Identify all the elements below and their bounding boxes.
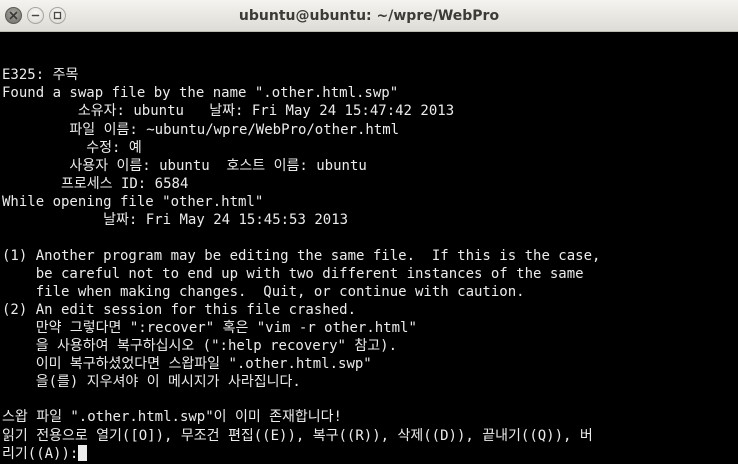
- terminal-line: (2) An edit session for this file crashe…: [2, 302, 357, 318]
- terminal-line: While opening file "other.html": [2, 194, 264, 210]
- terminal-line: 날짜: Fri May 24 15:45:53 2013: [2, 212, 349, 228]
- terminal-line: 소유자: ubuntu 날짜: Fri May 24 15:47:42 2013: [2, 103, 455, 119]
- terminal-screen[interactable]: E325: 주목 Found a swap file by the name "…: [0, 32, 738, 464]
- terminal-window: ubuntu@ubuntu: ~/wpre/WebPro E325: 주목 Fo…: [0, 0, 738, 464]
- terminal-line: 사용자 이름: ubuntu 호스트 이름: ubuntu: [2, 158, 367, 174]
- terminal-line: 을 사용하여 복구하십시오 (":help recovery" 참고).: [2, 338, 398, 354]
- terminal-line: 프로세스 ID: 6584: [2, 176, 189, 192]
- terminal-line: 스왑 파일 ".other.html.swp"이 이미 존재합니다!: [2, 409, 342, 425]
- terminal-line: 읽기 전용으로 열기([O]), 무조건 편집((E)), 복구((R)), 삭…: [2, 428, 593, 444]
- terminal-line: 파일 이름: ~ubuntu/wpre/WebPro/other.html: [2, 122, 400, 138]
- terminal-prompt-text: 리기((A)):: [2, 446, 79, 462]
- terminal-line: (1) Another program may be editing the s…: [2, 248, 601, 264]
- terminal-line: 이미 복구하셨었다면 스왑파일 ".other.html.swp": [2, 356, 372, 372]
- terminal-prompt-line: 리기((A)):: [2, 445, 88, 463]
- terminal-line: be careful not to end up with two differ…: [2, 266, 584, 282]
- terminal-line: Found a swap file by the name ".other.ht…: [2, 85, 399, 101]
- terminal-line: 을(를) 지우셔야 이 메시지가 사라집니다.: [2, 374, 301, 390]
- terminal-line: 만약 그렇다면 ":recover" 혹은 "vim -r other.html…: [2, 320, 417, 336]
- title-bar[interactable]: ubuntu@ubuntu: ~/wpre/WebPro: [0, 0, 738, 32]
- window-title: ubuntu@ubuntu: ~/wpre/WebPro: [238, 8, 500, 24]
- terminal-line: file when making changes. Quit, or conti…: [2, 284, 525, 300]
- terminal-line: 수정: 예: [2, 140, 142, 156]
- terminal-line: E325: 주목: [2, 67, 79, 83]
- text-cursor: [78, 445, 88, 461]
- terminal-scrollbar[interactable]: [734, 32, 738, 464]
